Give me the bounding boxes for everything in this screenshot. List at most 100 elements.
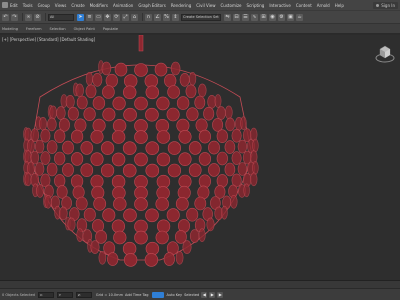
chandelier-disc bbox=[194, 196, 207, 211]
chandelier-disc bbox=[102, 208, 116, 222]
material-editor-icon[interactable]: ◉ bbox=[269, 13, 276, 21]
chandelier-disc bbox=[176, 118, 190, 133]
auto-key-button[interactable] bbox=[152, 291, 165, 298]
select-by-name-icon[interactable]: ≡ bbox=[86, 13, 93, 21]
chandelier-disc bbox=[38, 117, 47, 131]
chandelier-disc bbox=[231, 151, 242, 165]
link-icon[interactable]: ∞ bbox=[25, 13, 32, 21]
chandelier-disc bbox=[35, 184, 44, 198]
time-track-bar[interactable] bbox=[0, 280, 400, 288]
toolbar-divider bbox=[142, 13, 143, 21]
selection-filter-dropdown[interactable]: All bbox=[48, 13, 74, 21]
chandelier-disc bbox=[111, 130, 126, 144]
menu-item-modifiers[interactable]: Modifiers bbox=[90, 3, 108, 8]
chandelier-disc bbox=[145, 208, 159, 223]
chandelier-disc bbox=[194, 95, 206, 110]
chandelier-disc bbox=[92, 96, 106, 110]
app-logo-icon[interactable] bbox=[2, 2, 8, 8]
menu-item-edit[interactable]: Edit bbox=[10, 3, 18, 8]
ribbon-tab-object-paint[interactable]: Object Paint bbox=[74, 27, 95, 31]
chandelier-disc bbox=[189, 71, 197, 86]
chandelier-disc bbox=[58, 118, 70, 132]
unlink-icon[interactable]: ⊘ bbox=[34, 13, 41, 21]
curve-editor-icon[interactable]: ∿ bbox=[251, 13, 258, 21]
render-setup-icon[interactable]: ⚙ bbox=[278, 13, 285, 21]
menu-item-create[interactable]: Create bbox=[71, 3, 84, 8]
chandelier-disc bbox=[166, 208, 180, 222]
menu-bar: Edit Tools Group Views Create Modifiers … bbox=[0, 0, 400, 11]
menu-item-views[interactable]: Views bbox=[55, 3, 67, 8]
menu-item-arnold[interactable]: Arnold bbox=[317, 3, 330, 8]
chandelier-disc bbox=[80, 141, 94, 155]
place-icon[interactable]: ⌂ bbox=[131, 13, 138, 21]
next-frame-icon[interactable]: ▶ bbox=[217, 291, 224, 298]
menu-item-scripting[interactable]: Scripting bbox=[247, 3, 265, 8]
prev-frame-icon[interactable]: ◀ bbox=[201, 291, 208, 298]
select-icon[interactable]: ➤ bbox=[77, 13, 84, 21]
x-coordinate-field[interactable]: X: bbox=[37, 291, 54, 298]
play-icon[interactable]: ▶ bbox=[209, 291, 216, 298]
chandelier-disc bbox=[76, 95, 88, 110]
layer-icon[interactable]: ☰ bbox=[242, 13, 249, 21]
chandelier-disc bbox=[243, 183, 250, 198]
chandelier-disc bbox=[83, 207, 96, 222]
menu-item-graph-editors[interactable]: Graph Editors bbox=[138, 3, 165, 8]
menu-item-animation[interactable]: Animation bbox=[113, 3, 133, 8]
chandelier-disc bbox=[107, 252, 119, 266]
chandelier-rod bbox=[138, 35, 144, 52]
spinner-snap-icon[interactable]: ⇕ bbox=[172, 13, 179, 21]
angle-snap-icon[interactable]: ∠ bbox=[154, 13, 161, 21]
align-icon[interactable]: ⊟ bbox=[233, 13, 240, 21]
scale-icon[interactable]: ⤢ bbox=[122, 13, 129, 21]
chandelier-disc bbox=[206, 217, 215, 232]
snap-icon[interactable]: ∩ bbox=[145, 13, 152, 21]
chandelier-disc bbox=[185, 84, 197, 99]
chandelier-disc bbox=[40, 128, 51, 143]
chandelier-disc bbox=[155, 230, 169, 245]
ribbon-tab-populate[interactable]: Populate bbox=[103, 27, 118, 31]
chandelier-disc bbox=[46, 140, 58, 154]
chandelier-disc bbox=[170, 61, 181, 76]
ribbon-tab-freeform[interactable]: Freeform bbox=[26, 27, 42, 31]
ribbon-tab-selection[interactable]: Selection bbox=[50, 27, 66, 31]
chandelier-disc bbox=[216, 106, 226, 120]
chandelier-disc bbox=[250, 172, 258, 187]
chandelier-disc bbox=[123, 107, 137, 122]
menu-item-content[interactable]: Content bbox=[296, 3, 312, 8]
menu-item-tools[interactable]: Tools bbox=[23, 3, 33, 8]
z-coordinate-field[interactable]: Z: bbox=[75, 291, 92, 298]
menu-item-customize[interactable]: Customize bbox=[221, 3, 242, 8]
chandelier-disc bbox=[216, 129, 228, 143]
add-time-tag-button[interactable]: Add Time Tag bbox=[125, 293, 149, 297]
chandelier-disc bbox=[182, 240, 192, 254]
chandelier-disc bbox=[179, 72, 190, 87]
region-select-icon[interactable]: ▭ bbox=[95, 13, 102, 21]
menu-item-civil-view[interactable]: Civil View bbox=[196, 3, 215, 8]
undo-icon[interactable]: ↶ bbox=[2, 13, 9, 21]
chandelier-disc bbox=[75, 196, 88, 211]
chandelier-disc bbox=[54, 129, 66, 143]
menu-item-group[interactable]: Group bbox=[38, 3, 50, 8]
percent-snap-icon[interactable]: % bbox=[163, 13, 170, 21]
perspective-viewport[interactable]: [+] [Perspective] [Standard] [Default Sh… bbox=[0, 35, 400, 280]
render-frame-icon[interactable]: ▣ bbox=[287, 13, 294, 21]
chandelier-disc bbox=[134, 63, 148, 77]
redo-icon[interactable]: ↷ bbox=[11, 13, 18, 21]
menu-item-interactive[interactable]: Interactive bbox=[269, 3, 291, 8]
chandelier-disc bbox=[90, 130, 104, 144]
chandelier-model[interactable] bbox=[0, 35, 400, 280]
chandelier-disc bbox=[122, 163, 137, 178]
menu-item-help[interactable]: Help bbox=[335, 3, 344, 8]
menu-item-rendering[interactable]: Rendering bbox=[171, 3, 191, 8]
sign-in-button[interactable]: Sign In bbox=[373, 2, 398, 9]
ribbon-tab-modeling[interactable]: Modeling bbox=[2, 27, 18, 31]
key-filter-selected[interactable]: Selected bbox=[184, 293, 199, 297]
mirror-icon[interactable]: ⇋ bbox=[224, 13, 231, 21]
selection-set-dropdown[interactable]: Create Selection Set bbox=[181, 13, 221, 21]
render-icon[interactable]: ☕ bbox=[296, 13, 303, 21]
schematic-icon[interactable]: ⊞ bbox=[260, 13, 267, 21]
move-icon[interactable]: ✥ bbox=[104, 13, 111, 21]
y-coordinate-field[interactable]: Y: bbox=[56, 291, 73, 298]
chandelier-disc bbox=[70, 129, 84, 144]
rotate-icon[interactable]: ⟳ bbox=[113, 13, 120, 21]
